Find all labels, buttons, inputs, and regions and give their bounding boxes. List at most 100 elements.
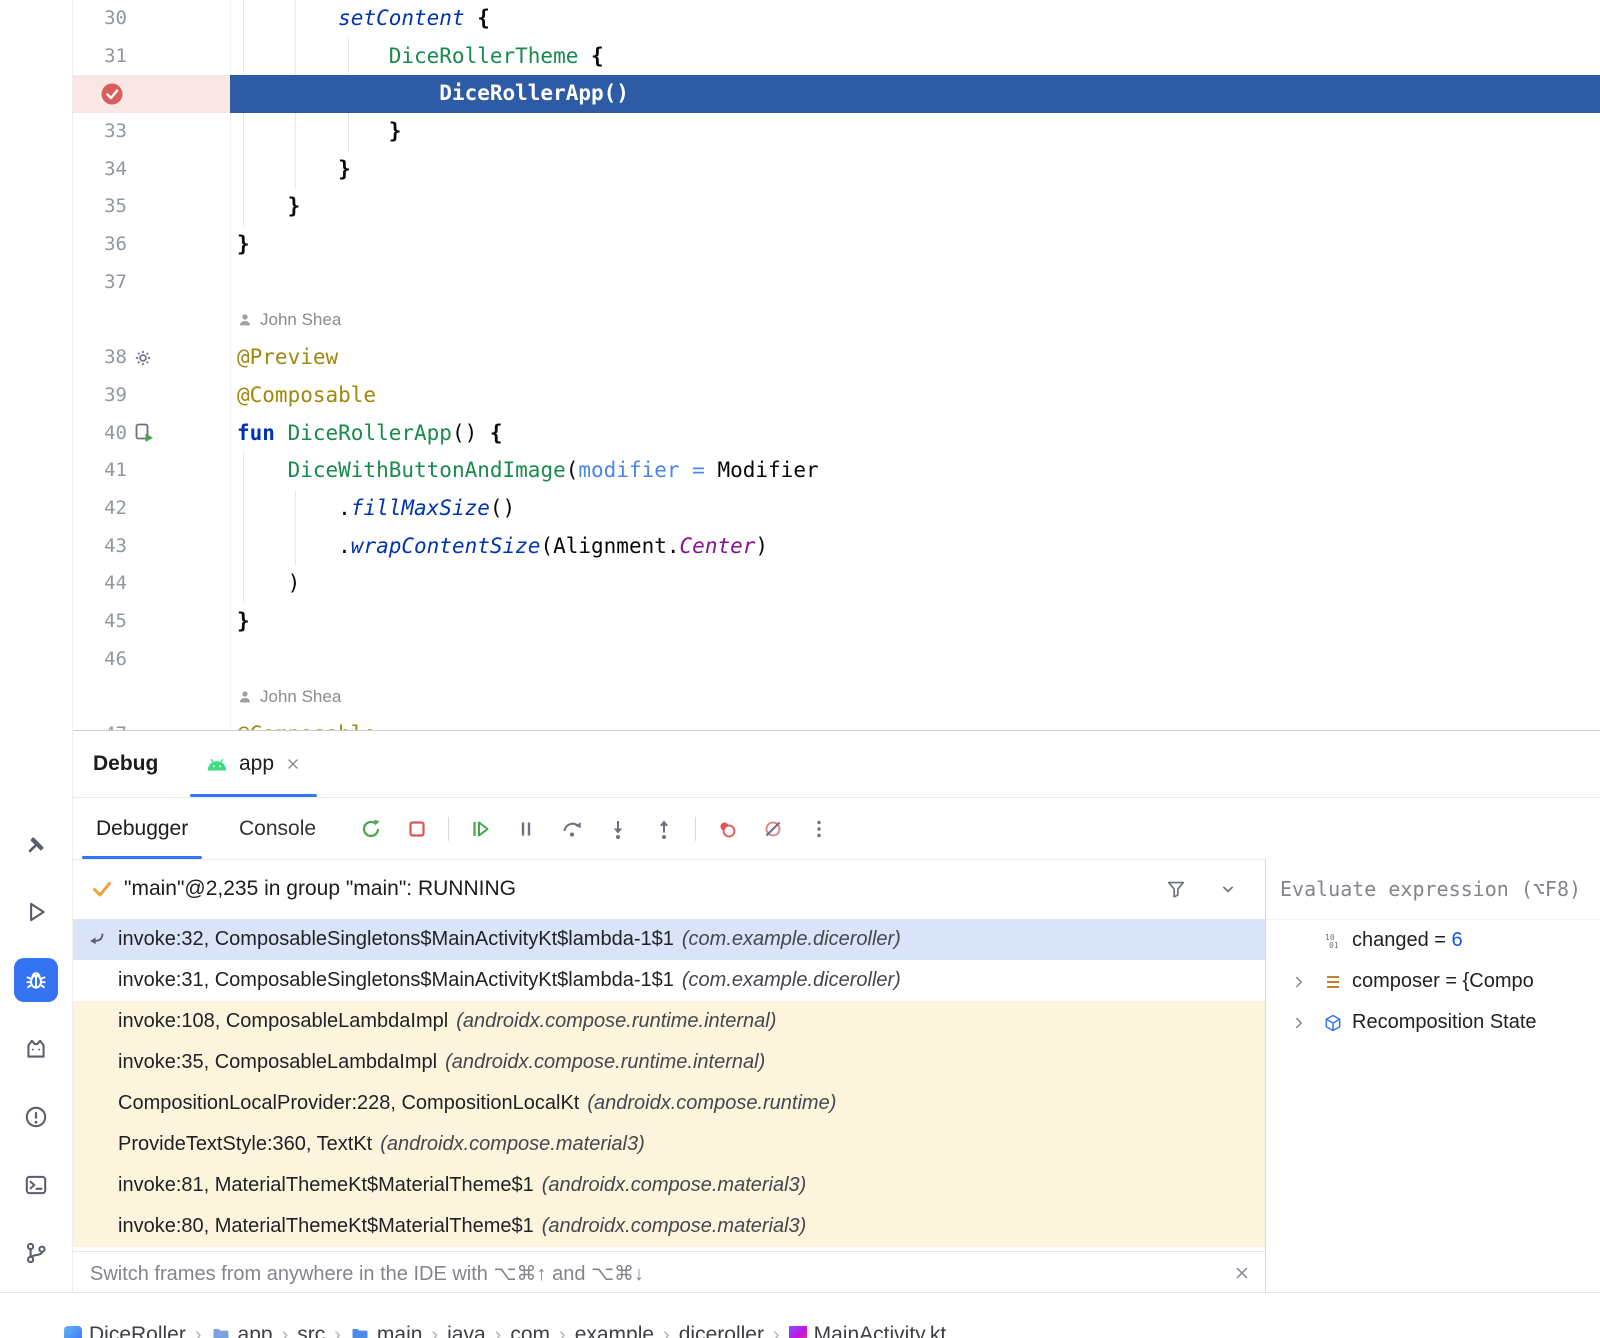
code-line[interactable]: 43 .wrapContentSize(Alignment.Center) <box>72 528 1600 566</box>
tab-console[interactable]: Console <box>215 798 340 859</box>
breadcrumb-item[interactable]: DiceRoller <box>64 1323 186 1338</box>
code-line[interactable]: 47@Composable <box>72 716 1600 730</box>
filter-icon[interactable] <box>1165 859 1187 919</box>
code-line[interactable]: DiceRollerApp() <box>72 75 1600 113</box>
gear-icon[interactable] <box>132 347 154 369</box>
editor-gutter[interactable]: 43 <box>72 528 230 566</box>
breakpoint-icon[interactable] <box>99 81 125 107</box>
editor-gutter[interactable]: 37 <box>72 264 230 302</box>
debug-icon[interactable] <box>14 958 58 1002</box>
build-icon[interactable] <box>14 823 58 867</box>
code-line[interactable]: 40fun DiceRollerApp() { <box>72 415 1600 453</box>
code-line[interactable]: 38@Preview <box>72 339 1600 377</box>
problems-icon[interactable] <box>14 1095 58 1139</box>
close-icon[interactable] <box>1233 1264 1251 1282</box>
editor-gutter[interactable]: 41 <box>72 452 230 490</box>
code-text[interactable]: } <box>230 151 1600 189</box>
terminal-icon[interactable] <box>14 1163 58 1207</box>
mute-breakpoints-icon[interactable] <box>754 811 792 847</box>
editor-gutter[interactable]: 38 <box>72 339 230 377</box>
code-line[interactable]: 34 } <box>72 151 1600 189</box>
view-breakpoints-icon[interactable] <box>708 811 746 847</box>
editor-gutter[interactable]: 31 <box>72 38 230 76</box>
session-tab-app[interactable]: app <box>188 731 319 797</box>
editor-gutter[interactable] <box>72 75 230 113</box>
code-text[interactable]: .fillMaxSize() <box>230 490 1600 528</box>
editor-gutter[interactable]: 36 <box>72 226 230 264</box>
code-text[interactable]: DiceWithButtonAndImage(modifier = Modifi… <box>230 452 1600 490</box>
breadcrumb-item[interactable]: src <box>297 1323 325 1338</box>
editor-gutter[interactable]: 47 <box>72 716 230 730</box>
code-text[interactable]: DiceRollerApp() <box>230 75 1600 113</box>
stop-icon[interactable] <box>398 811 436 847</box>
editor-gutter[interactable]: 40 <box>72 415 230 453</box>
editor-gutter[interactable]: 34 <box>72 151 230 189</box>
chevron-down-icon[interactable] <box>1218 859 1238 919</box>
breadcrumb-item[interactable]: java <box>447 1323 486 1338</box>
run-icon[interactable] <box>14 890 58 934</box>
code-text[interactable] <box>230 264 1600 302</box>
editor-gutter[interactable]: 33 <box>72 113 230 151</box>
code-line[interactable]: 46 <box>72 641 1600 679</box>
evaluate-expression-field[interactable]: Evaluate expression (⌥F8) <box>1266 859 1600 920</box>
pause-icon[interactable] <box>507 811 545 847</box>
variable-row[interactable]: composer = {Compo <box>1266 961 1600 1002</box>
close-icon[interactable] <box>285 756 301 772</box>
editor-gutter[interactable]: 39 <box>72 377 230 415</box>
code-line[interactable]: 45} <box>72 603 1600 641</box>
code-text[interactable]: setContent { <box>230 0 1600 38</box>
breadcrumb-item[interactable]: example <box>575 1323 654 1338</box>
code-text[interactable]: DiceRollerTheme { <box>230 38 1600 76</box>
breadcrumb-item[interactable]: main <box>350 1323 423 1338</box>
step-into-icon[interactable] <box>599 811 637 847</box>
code-line[interactable]: 31 DiceRollerTheme { <box>72 38 1600 76</box>
frame-row[interactable]: invoke:81, MaterialThemeKt$MaterialTheme… <box>72 1165 1265 1206</box>
variable-row[interactable]: Recomposition State <box>1266 1002 1600 1043</box>
code-text[interactable]: @Composable <box>230 716 1600 730</box>
code-text[interactable]: ) <box>230 565 1600 603</box>
thread-status-row[interactable]: "main"@2,235 in group "main": RUNNING <box>72 859 1265 920</box>
code-line[interactable]: 36} <box>72 226 1600 264</box>
breadcrumb-item[interactable]: app <box>211 1323 273 1338</box>
editor-gutter[interactable]: 42 <box>72 490 230 528</box>
code-editor[interactable]: 30 setContent {31 DiceRollerTheme { Dice… <box>72 0 1600 730</box>
editor-gutter[interactable]: 45 <box>72 603 230 641</box>
code-text[interactable] <box>230 641 1600 679</box>
step-over-icon[interactable] <box>553 811 591 847</box>
code-line[interactable]: 33 } <box>72 113 1600 151</box>
editor-gutter[interactable]: 44 <box>72 565 230 603</box>
code-text[interactable]: } <box>230 113 1600 151</box>
logcat-icon[interactable] <box>14 1027 58 1071</box>
code-line[interactable]: 39@Composable <box>72 377 1600 415</box>
code-text[interactable]: } <box>230 188 1600 226</box>
code-text[interactable]: fun DiceRollerApp() { <box>230 415 1600 453</box>
frame-row[interactable]: invoke:108, ComposableLambdaImpl(android… <box>72 1001 1265 1042</box>
expand-chevron-icon[interactable] <box>1290 973 1308 991</box>
frame-row[interactable]: invoke:32, ComposableSingletons$MainActi… <box>72 919 1265 960</box>
rerun-icon[interactable] <box>352 811 390 847</box>
version-control-icon[interactable] <box>14 1231 58 1275</box>
code-text[interactable]: @Preview <box>230 339 1600 377</box>
tab-debugger[interactable]: Debugger <box>72 798 212 859</box>
frame-row[interactable]: invoke:31, ComposableSingletons$MainActi… <box>72 960 1265 1001</box>
resume-icon[interactable] <box>461 811 499 847</box>
editor-gutter[interactable]: 46 <box>72 641 230 679</box>
code-text[interactable]: .wrapContentSize(Alignment.Center) <box>230 528 1600 566</box>
code-text[interactable]: @Composable <box>230 377 1600 415</box>
code-text[interactable]: } <box>230 603 1600 641</box>
code-line[interactable]: 41 DiceWithButtonAndImage(modifier = Mod… <box>72 452 1600 490</box>
frame-row[interactable]: invoke:80, MaterialThemeKt$MaterialTheme… <box>72 1206 1265 1247</box>
preview-run-icon[interactable] <box>132 421 156 445</box>
more-options-icon[interactable] <box>800 811 838 847</box>
variable-row[interactable]: 1001changed = 6 <box>1266 920 1600 961</box>
expand-chevron-icon[interactable] <box>1290 1014 1308 1032</box>
code-line[interactable]: 37 <box>72 264 1600 302</box>
code-text[interactable]: } <box>230 226 1600 264</box>
step-out-icon[interactable] <box>645 811 683 847</box>
editor-gutter[interactable]: 30 <box>72 0 230 38</box>
breadcrumb-item[interactable]: MainActivity.kt <box>789 1323 947 1338</box>
code-line[interactable]: 30 setContent { <box>72 0 1600 38</box>
frame-row[interactable]: CompositionLocalProvider:228, Compositio… <box>72 1083 1265 1124</box>
code-line[interactable]: 35 } <box>72 188 1600 226</box>
code-line[interactable]: 44 ) <box>72 565 1600 603</box>
